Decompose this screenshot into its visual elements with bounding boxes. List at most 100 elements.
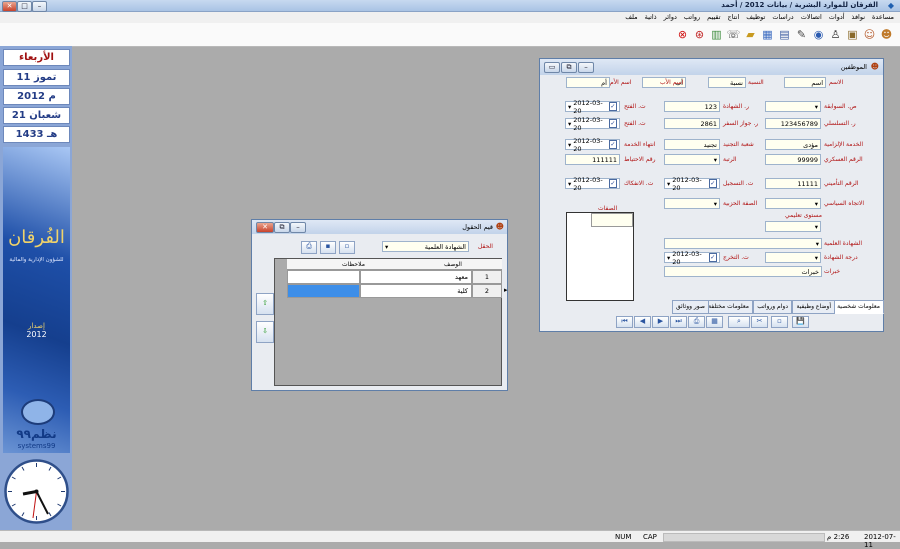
print-icon[interactable]: ⎙ — [688, 316, 705, 328]
user-icon[interactable]: ☻ — [879, 26, 894, 43]
registration-date-picker[interactable]: ▾ 2012-03-20 ✓ — [664, 176, 720, 192]
serial-number-field[interactable]: 123456789 — [765, 118, 821, 129]
reserve-number-field[interactable]: 111111 — [565, 154, 620, 165]
menu-item-5[interactable]: انتاج — [728, 13, 740, 21]
surname-field[interactable]: نسبة — [708, 77, 746, 88]
first-name-field[interactable]: اسم — [784, 77, 826, 88]
lookup-new-icon[interactable]: ▫ — [339, 241, 355, 254]
mother-name-field[interactable]: أم — [566, 77, 610, 88]
menu-item-11[interactable]: مساعدة — [872, 13, 894, 21]
lookup-print-icon[interactable]: ⎙ — [301, 241, 317, 254]
menu-item-9[interactable]: أدوات — [829, 13, 845, 21]
close-window-button[interactable]: ✕ — [2, 1, 17, 12]
last-record-button[interactable]: ⏭ — [670, 316, 687, 328]
rank-select[interactable]: ▾ — [664, 154, 720, 165]
birth-date-picker[interactable]: ▾ 2012-03-20 ✓ — [565, 99, 620, 115]
lookup-minimize-button[interactable]: – — [290, 222, 306, 233]
certificate-grade-select[interactable]: ▾ — [765, 252, 821, 263]
menu-item-3[interactable]: رواتب — [684, 13, 700, 21]
record-level-select[interactable]: ▾ — [765, 101, 821, 112]
field-values-grid: ملاحظات الوصف معهد 1 كلية 2 ▸ — [274, 258, 508, 386]
field-label: الحقل — [478, 243, 493, 250]
menu-item-1[interactable]: ذاتية — [645, 13, 657, 21]
father-name-label: اسم الأب — [660, 79, 684, 86]
edition-label: إصدار — [28, 322, 45, 330]
menu-item-4[interactable]: تقييم — [707, 13, 720, 21]
menu-item-0[interactable]: ملف — [625, 13, 637, 21]
briefcase-icon[interactable]: ▰ — [743, 26, 758, 43]
tab-attendance-salaries[interactable]: دوام ورواتب — [753, 300, 792, 314]
form-restore-button[interactable]: ⧉ — [561, 62, 577, 73]
registration-date-label: ت. التسجيل — [723, 180, 754, 187]
disconnect-date-picker[interactable]: ▾ 2012-03-20 ✓ — [565, 176, 620, 192]
move-up-button[interactable]: ⇧ — [256, 293, 274, 315]
book-icon[interactable]: ▤ — [777, 26, 792, 43]
lookup-save-icon[interactable]: ▪ — [320, 241, 336, 254]
move-down-button[interactable]: ⇩ — [256, 321, 274, 343]
graduation-date-picker[interactable]: ▾ 2012-03-20 ✓ — [664, 250, 720, 266]
end-service-date-picker[interactable]: ▾ 2012-03-20 ✓ — [565, 137, 620, 153]
main-toolbar: ☻ ☺ ▣ ♙ ◉ ✎ ▤ ▦ ▰ ☏ ▥ ⊛ ⊗ — [0, 23, 900, 47]
maximize-window-button[interactable]: □ — [17, 1, 32, 12]
search-icon[interactable]: ⊛ — [692, 26, 707, 43]
grid-icon[interactable]: ▦ — [706, 316, 723, 328]
delete-record-icon[interactable]: ✂ — [751, 316, 768, 328]
minimize-window-button[interactable]: – — [32, 1, 47, 12]
search-record-icon[interactable]: ⌕ — [728, 316, 750, 328]
menu-item-10[interactable]: نوافذ — [852, 13, 866, 21]
field-values-window: ✕ ⧉ – قيم الحقول ☻ ⎙ ▪ ▫ الشهادة العلمية… — [251, 219, 508, 391]
close-icon[interactable]: ⊗ — [675, 26, 690, 43]
id-card-icon[interactable]: ▣ — [845, 26, 860, 43]
globe-icon[interactable]: ◉ — [811, 26, 826, 43]
party-affiliation-select[interactable]: ▾ — [664, 198, 720, 209]
tab-job-status[interactable]: أوضاع وظيفية — [792, 300, 835, 314]
employee-form-window: ▭ ⧉ – الموظفين ☻ اسم الاسم نسبة النسبة أ… — [539, 58, 884, 332]
previous-record-button[interactable]: ◀ — [634, 316, 651, 328]
notes-cell[interactable] — [287, 270, 360, 284]
lookup-restore-button[interactable]: ⧉ — [274, 222, 290, 233]
num-lock-indicator: NUM — [615, 533, 632, 541]
tab-misc-info[interactable]: معلومات مختلفة — [704, 300, 753, 314]
table-row[interactable]: معهد 1 — [287, 270, 502, 284]
users-icon[interactable]: ☺ — [862, 26, 877, 43]
table-row[interactable]: كلية 2 ▸ — [287, 284, 508, 298]
form-minimize-button[interactable]: – — [578, 62, 594, 73]
phone-icon[interactable]: ☏ — [726, 26, 741, 43]
traits-list[interactable] — [566, 212, 634, 301]
military-service-field[interactable]: مؤدى — [765, 139, 821, 150]
field-select[interactable]: الشهادة العلمية ▾ — [382, 241, 469, 252]
education-level-select[interactable]: ▾ — [765, 221, 821, 232]
service-branch-field[interactable]: تجنيد — [664, 139, 720, 150]
tab-photos-documents[interactable]: صور ووثائق — [672, 300, 709, 314]
lookup-close-button[interactable]: ✕ — [256, 222, 274, 233]
political-orientation-select[interactable]: ▾ — [765, 198, 821, 209]
pen-icon[interactable]: ✎ — [794, 26, 809, 43]
description-cell[interactable]: معهد — [360, 270, 472, 284]
traits-input[interactable] — [591, 213, 633, 227]
first-record-button[interactable]: ⏮ — [616, 316, 633, 328]
notes-cell[interactable] — [287, 284, 360, 298]
person-icon[interactable]: ♙ — [828, 26, 843, 43]
certificate-number-field[interactable]: 123 — [664, 101, 720, 112]
experience-field[interactable]: خبرات — [664, 266, 822, 277]
next-record-button[interactable]: ▶ — [652, 316, 669, 328]
form-close-button[interactable]: ▭ — [544, 62, 560, 73]
description-cell[interactable]: كلية — [360, 284, 472, 298]
menu-item-7[interactable]: دراسات — [772, 13, 793, 21]
menu-item-8[interactable]: اتصالات — [801, 13, 822, 21]
menu-item-6[interactable]: توظيف — [746, 13, 765, 21]
open-date-picker[interactable]: ▾ 2012-03-20 ✓ — [565, 116, 620, 132]
scientific-certificate-select[interactable]: ▾ — [664, 238, 822, 249]
save-record-icon[interactable]: 💾 — [792, 316, 809, 328]
tab-personal-info[interactable]: معلومات شخصية — [833, 300, 884, 314]
new-record-icon[interactable]: ▫ — [771, 316, 788, 328]
passport-number-field[interactable]: 2861 — [664, 118, 720, 129]
insurance-number-field[interactable]: 11111 — [765, 178, 821, 189]
military-number-field[interactable]: 99999 — [765, 154, 821, 165]
menu-item-2[interactable]: دوائر — [664, 13, 677, 21]
product-banner: الفُرقان للشؤون الإدارية والمالية إصدار … — [3, 147, 70, 453]
form-icon: ☻ — [870, 62, 879, 71]
edition-year: 2012 — [26, 330, 47, 339]
calculator-icon[interactable]: ▦ — [760, 26, 775, 43]
document-icon[interactable]: ▥ — [709, 26, 724, 43]
